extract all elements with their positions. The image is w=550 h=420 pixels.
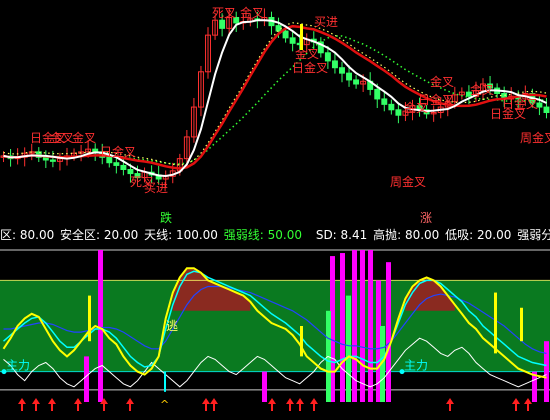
candle-body — [113, 162, 120, 166]
indicator-label: 逃 — [166, 319, 178, 333]
buy-arrow-icon — [286, 398, 294, 411]
arrow-shape — [18, 398, 26, 411]
histogram-bar — [386, 262, 391, 402]
info-item: 安全区: 20.00 — [60, 228, 139, 242]
buy-arrow-icon — [512, 398, 520, 411]
candle-body — [395, 109, 402, 116]
buy-arrow-icon — [74, 398, 82, 411]
stock-chart[interactable]: 买进死叉金叉金叉日金叉日金叉金叉金叉日金叉死叉买进金叉金叉日金叉日金叉金叉周金叉… — [0, 0, 550, 420]
buy-signal-bar — [300, 24, 303, 50]
histogram-bar — [340, 253, 345, 402]
main-force-dot — [399, 369, 405, 375]
candle-body — [282, 30, 289, 39]
histogram-bar — [368, 250, 373, 402]
arrow-shape — [48, 398, 56, 411]
signal-label: 金叉 — [404, 100, 428, 115]
signal-label: 金叉 — [470, 82, 494, 97]
histogram-bar — [98, 250, 103, 402]
info-item: 高抛: 80.00 — [373, 228, 440, 242]
info-item: SD: 8.41 — [315, 228, 368, 242]
signal-label: 金叉 — [240, 5, 264, 20]
candle-body — [374, 88, 381, 100]
info-item: 低吸: 20.00 — [445, 228, 512, 242]
buy-arrow-icon — [446, 398, 454, 411]
info-item: 强弱线: 50.00 — [223, 228, 302, 242]
arrow-shape — [446, 398, 454, 411]
candle-body — [388, 103, 395, 111]
indicator-label: 主力 — [6, 359, 30, 373]
trend-marker: 跌 — [160, 210, 172, 225]
candle-body — [339, 67, 345, 74]
candle-body — [289, 37, 296, 44]
indicator-panel[interactable]: ^ 主力 主力 逃 — [0, 244, 550, 420]
arrow-shape — [210, 398, 218, 411]
candle-body — [120, 164, 127, 171]
main-force-dot — [1, 369, 7, 375]
yellow-marker-bar — [88, 295, 91, 342]
yellow-marker-bar — [494, 292, 497, 354]
signal-label: 日金叉 — [292, 60, 328, 75]
candle-body — [381, 98, 388, 105]
histogram-bar — [84, 356, 89, 402]
arrow-shape — [32, 398, 40, 411]
signal-label: 买进 — [314, 15, 338, 29]
arrow-shape — [310, 398, 318, 411]
buy-arrow-icon — [48, 398, 56, 411]
signal-label: 日金叉 — [490, 106, 526, 121]
trend-marker: 涨 — [420, 210, 432, 225]
candle-body — [353, 79, 360, 85]
buy-arrow-icon — [32, 398, 40, 411]
signal-label: 金叉 — [430, 74, 454, 89]
arrow-shape — [268, 398, 276, 411]
escape-marker — [164, 371, 166, 392]
ma-red-line — [3, 24, 547, 170]
signal-label: 周金叉 — [390, 174, 426, 189]
histogram-bar — [346, 295, 351, 402]
signal-label: 金叉 — [72, 130, 96, 145]
buy-arrow-icon — [202, 398, 210, 411]
signal-label: 死叉 — [212, 6, 236, 20]
info-item: 天线: 100.00 — [144, 228, 218, 242]
signal-label: 周金叉 — [520, 130, 550, 145]
histogram-bar — [262, 371, 267, 402]
neutral-zone — [0, 280, 550, 372]
buy-arrow-icon — [296, 398, 304, 411]
arrow-shape — [512, 398, 520, 411]
arrow-shape — [202, 398, 210, 411]
signal-label: 买进 — [144, 181, 168, 195]
buy-arrow-icon — [18, 398, 26, 411]
arrow-shape — [286, 398, 294, 411]
signal-label: 日金叉 — [100, 144, 136, 159]
arrow-shape — [296, 398, 304, 411]
candle-body — [346, 72, 353, 81]
candle-body — [543, 106, 550, 113]
indicator-info-bar: 区: 80.00 安全区: 20.00 天线: 100.00 强弱线: 50.0… — [0, 226, 550, 244]
histogram-bar — [544, 341, 549, 402]
buy-arrow-icon — [524, 398, 532, 411]
info-item: 区: 80.00 — [0, 228, 55, 242]
signal-label: 金叉 — [50, 130, 74, 145]
buy-arrow-icon — [210, 398, 218, 411]
yellow-marker-bar — [300, 326, 303, 357]
caret-marker: ^ — [160, 398, 169, 411]
arrow-shape — [126, 398, 134, 411]
candle-body — [331, 60, 338, 69]
price-panel[interactable]: 买进死叉金叉金叉日金叉日金叉金叉金叉日金叉死叉买进金叉金叉日金叉日金叉金叉周金叉… — [0, 0, 550, 226]
signal-label: 金叉 — [295, 46, 319, 61]
histogram-bar — [360, 250, 365, 402]
buy-arrow-icon — [126, 398, 134, 411]
yellow-marker-bar — [520, 307, 523, 342]
candle-body — [219, 19, 226, 29]
indicator-label: 主力 — [404, 359, 428, 373]
arrow-shape — [74, 398, 82, 411]
arrow-shape — [524, 398, 532, 411]
candle-body — [324, 52, 331, 62]
info-item: 强弱分界: 50.0 — [517, 228, 550, 242]
candle-body — [127, 169, 134, 175]
buy-arrow-icon — [310, 398, 318, 411]
buy-arrow-icon — [268, 398, 276, 411]
candle-body — [49, 159, 56, 162]
